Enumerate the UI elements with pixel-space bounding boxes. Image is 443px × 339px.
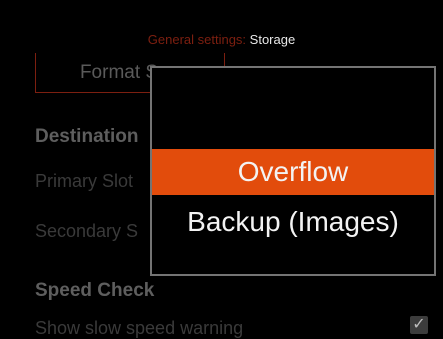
breadcrumb-storage: Storage xyxy=(249,32,296,47)
checkmark-icon: ✓ xyxy=(412,316,426,333)
primary-slot-label[interactable]: Primary Slot xyxy=(35,171,133,192)
page-header: General settings: Storage xyxy=(0,31,443,49)
speed-check-heading: Speed Check xyxy=(35,280,155,301)
popup-option-backup-images[interactable]: Backup (Images) xyxy=(152,199,434,245)
popup-option-overflow-label: Overflow xyxy=(237,156,349,187)
slow-speed-warning-checkbox[interactable]: ✓ xyxy=(410,316,428,334)
format-button-label: Format S xyxy=(79,61,159,83)
destination-heading: Destination xyxy=(35,126,139,147)
destination-options-popup: Overflow Backup (Images) xyxy=(150,66,436,276)
popup-option-backup-images-label: Backup (Images) xyxy=(187,206,399,237)
popup-option-overflow[interactable]: Overflow xyxy=(152,149,434,195)
secondary-slot-label[interactable]: Secondary S xyxy=(35,221,138,242)
breadcrumb-general-settings: General settings: xyxy=(147,32,247,47)
slow-speed-warning-label[interactable]: Show slow speed warning xyxy=(35,318,243,339)
